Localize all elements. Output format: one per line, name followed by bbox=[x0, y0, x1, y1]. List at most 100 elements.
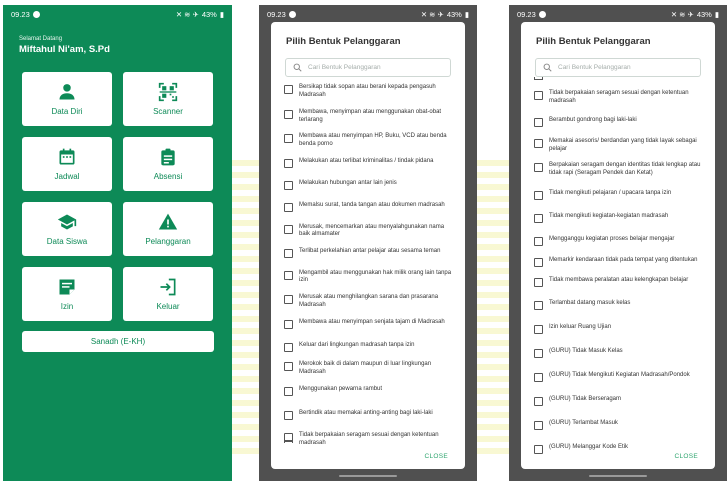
violation-option[interactable]: Bertindik atau memakai anting-anting bag… bbox=[284, 410, 455, 421]
violation-option[interactable]: Terlibat perkelahian antar pelajar atau … bbox=[284, 248, 455, 258]
search-box[interactable] bbox=[285, 58, 451, 77]
checkbox[interactable] bbox=[534, 420, 543, 430]
checkbox[interactable] bbox=[534, 91, 543, 100]
calendar-icon bbox=[59, 148, 75, 165]
violation-option[interactable]: Terlambat datang masuk kelas bbox=[534, 300, 705, 310]
violation-option[interactable]: Melakukan atau terlibat kriminalitas / t… bbox=[284, 158, 455, 168]
checkbox[interactable] bbox=[284, 180, 293, 190]
checkbox[interactable] bbox=[534, 396, 543, 406]
checkbox[interactable] bbox=[534, 372, 543, 382]
checkbox[interactable] bbox=[534, 139, 543, 149]
checkbox[interactable] bbox=[284, 158, 293, 168]
option-label: Memalsu surat, tanda tangan atau dokumen… bbox=[299, 201, 445, 208]
signal-icon: ✕ ≋ ✈ bbox=[420, 9, 444, 19]
violation-option[interactable]: Merusak, mencemarkan atau menyalahgunaka… bbox=[284, 224, 455, 239]
violation-option[interactable]: Tidak berpakaian seragam sesuai dengan k… bbox=[534, 90, 705, 105]
search-box[interactable] bbox=[535, 58, 701, 77]
violation-option[interactable]: Menggunakan pewarna rambut bbox=[284, 386, 455, 397]
tile-label: Absensi bbox=[153, 172, 183, 181]
checkbox[interactable] bbox=[284, 343, 293, 353]
checkbox[interactable] bbox=[284, 134, 293, 144]
violation-option[interactable]: Berpakaian seragam dengan identitas tida… bbox=[534, 162, 705, 177]
checkbox[interactable] bbox=[284, 320, 293, 330]
option-label: Melakukan atau terlibat kriminalitas / t… bbox=[299, 157, 434, 164]
violation-option[interactable]: Mengganggu kegiatan proses belajar menga… bbox=[534, 236, 705, 246]
violation-option[interactable]: Tidak mengikuti pelajaran / upacara tanp… bbox=[534, 190, 705, 200]
violation-option[interactable]: Tidak membawa peralatan atau kelengkapan… bbox=[534, 277, 705, 287]
violation-option[interactable]: Memalsu surat, tanda tangan atau dokumen… bbox=[284, 202, 455, 212]
tile-label: Pelanggaran bbox=[145, 237, 191, 246]
checkbox[interactable] bbox=[534, 190, 543, 200]
violation-option[interactable]: (GURU) Terlambat Masuk bbox=[534, 420, 705, 430]
checkbox[interactable] bbox=[534, 118, 543, 128]
option-label: Tidak mengikuti pelajaran / upacara tanp… bbox=[549, 189, 672, 196]
violation-option[interactable]: Melakukan hubungan antar lain jenis bbox=[284, 180, 455, 190]
violation-option[interactable]: Membawa, menyimpan atau menggunakan obat… bbox=[284, 109, 455, 124]
violation-option[interactable]: Membawa atau menyimpan senjata tajam di … bbox=[284, 319, 455, 330]
checkbox[interactable] bbox=[534, 277, 543, 287]
checkbox[interactable] bbox=[284, 294, 293, 304]
checkbox[interactable] bbox=[284, 411, 293, 421]
checkbox[interactable] bbox=[284, 110, 293, 120]
search-input[interactable] bbox=[558, 64, 698, 71]
violation-option[interactable]: Tidak mengikuti kegiatan-kegiatan madras… bbox=[534, 213, 705, 223]
data-siswa-button[interactable]: Data Siswa bbox=[22, 202, 112, 256]
option-label: Berpakaian seragam dengan identitas tida… bbox=[549, 162, 701, 176]
checkbox[interactable] bbox=[534, 324, 543, 334]
sanadh-button[interactable]: Sanadh (E-KH) bbox=[22, 331, 214, 352]
search-input[interactable] bbox=[308, 64, 448, 71]
violation-option[interactable]: Keluar dari lingkungan madrasah tanpa iz… bbox=[284, 342, 455, 353]
option-label: Memakai asesoris/ berdandan yang tidak l… bbox=[549, 138, 697, 152]
pelanggaran-button[interactable]: Pelanggaran bbox=[123, 202, 213, 256]
checkbox[interactable] bbox=[534, 257, 543, 267]
checkbox[interactable] bbox=[534, 236, 543, 246]
scanner-button[interactable]: Scanner bbox=[123, 72, 213, 126]
violation-option[interactable]: Mengambil atau menggunakan hak milik ora… bbox=[284, 270, 455, 285]
checkbox[interactable] bbox=[284, 387, 293, 397]
status-bar: 09.23 ✕ ≋ ✈ 43% ▮ bbox=[3, 5, 232, 23]
violation-option[interactable]: (GURU) Tidak Berseragam bbox=[534, 396, 705, 406]
close-button[interactable]: CLOSE bbox=[674, 453, 698, 460]
violation-option[interactable]: Memarkir kendaraan tidak pada tempat yan… bbox=[534, 257, 705, 267]
user-name: Miftahul Ni'am, S.Pd bbox=[19, 44, 110, 55]
violation-option[interactable]: Berambut gondrong bagi laki-laki bbox=[534, 117, 705, 128]
jadwal-button[interactable]: Jadwal bbox=[22, 137, 112, 191]
absensi-button[interactable]: Absensi bbox=[123, 137, 213, 191]
checkbox[interactable] bbox=[284, 224, 293, 234]
data-diri-button[interactable]: Data Diri bbox=[22, 72, 112, 126]
keluar-button[interactable]: Keluar bbox=[123, 267, 213, 321]
checkbox[interactable] bbox=[284, 202, 293, 212]
violation-option[interactable]: Merokok baik di dalam maupun di luar lin… bbox=[284, 361, 455, 376]
dialog-title: Pilih Bentuk Pelanggaran bbox=[536, 36, 651, 47]
violation-option[interactable]: Memakai asesoris/ berdandan yang tidak l… bbox=[534, 138, 705, 153]
checkbox[interactable] bbox=[534, 348, 543, 358]
violation-option[interactable]: Izin keluar Ruang Ujian bbox=[534, 324, 705, 334]
nav-handle bbox=[589, 475, 647, 477]
option-label: Tidak membawa peralatan atau kelengkapan… bbox=[549, 276, 689, 283]
checkbox[interactable] bbox=[284, 362, 293, 372]
checkbox[interactable] bbox=[284, 85, 293, 94]
checkbox[interactable] bbox=[284, 248, 293, 258]
violation-option[interactable]: Tidak berpakaian seragam sesuai dengan k… bbox=[284, 432, 455, 447]
violation-option[interactable]: Bersikap tidak sopan atau berani kepada … bbox=[284, 84, 455, 99]
option-label: Mengambil atau menggunakan hak milik ora… bbox=[299, 269, 452, 284]
violation-option[interactable]: (GURU) Tidak Masuk Kelas bbox=[534, 348, 705, 358]
option-label: (GURU) Terlambat Masuk bbox=[549, 419, 618, 426]
checkbox[interactable] bbox=[534, 163, 543, 173]
checkbox[interactable] bbox=[534, 444, 543, 454]
option-label: (GURU) Tidak Masuk Kelas bbox=[549, 347, 623, 354]
close-button[interactable]: CLOSE bbox=[424, 453, 448, 460]
violation-option[interactable]: Merusak atau menghilangkan sarana dan pr… bbox=[284, 294, 455, 309]
checkbox[interactable] bbox=[534, 300, 543, 310]
checkbox[interactable] bbox=[534, 213, 543, 223]
izin-button[interactable]: Izin bbox=[22, 267, 112, 321]
violation-option[interactable]: Membawa atau menyimpan HP, Buku, VCD ata… bbox=[284, 133, 455, 148]
checkbox[interactable] bbox=[284, 270, 293, 280]
option-label: Izin keluar Ruang Ujian bbox=[549, 323, 612, 330]
violation-dialog-screen-2: 09.23 ✕ ≋ ✈ 43% ▮ Pilih Bentuk Pelanggaran… bbox=[509, 5, 727, 481]
graduation-cap-icon bbox=[57, 214, 77, 230]
violation-option[interactable]: (GURU) Tidak Mengikuti Kegiatan Madrasah… bbox=[534, 372, 705, 382]
violation-list: Bersikap tidak sopan atau berani kepada … bbox=[284, 84, 455, 448]
option-label: Bertindik atau memakai anting-anting bag… bbox=[299, 410, 433, 417]
qr-scanner-icon bbox=[158, 82, 178, 102]
